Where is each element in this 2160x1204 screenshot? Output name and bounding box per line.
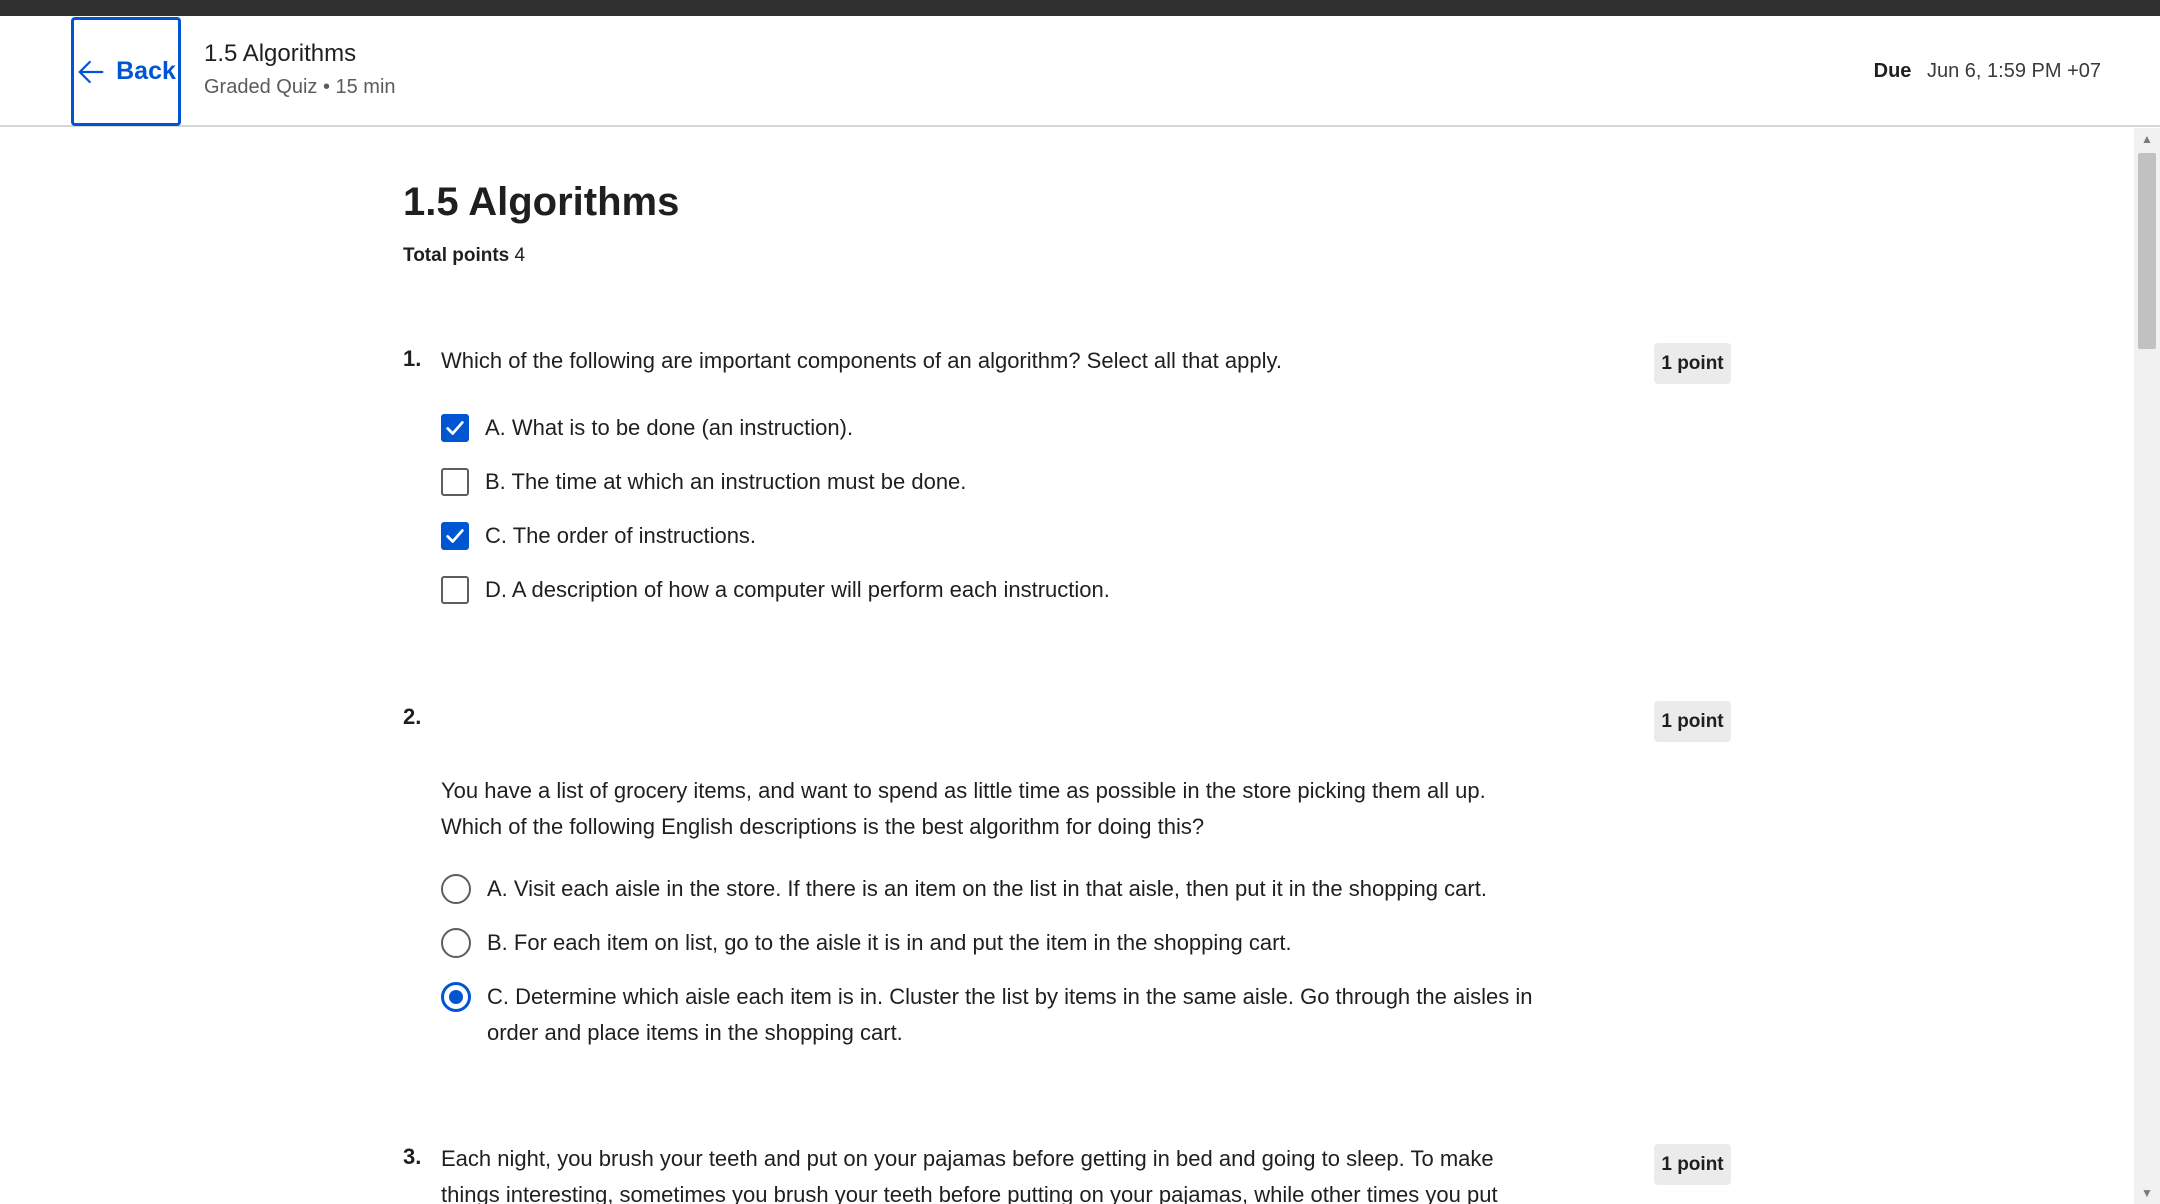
arrow-left-icon [78,60,104,83]
checkbox-checked[interactable] [441,522,469,550]
option-label: A. Visit each aisle in the store. If the… [487,876,1487,901]
total-points-label: Total points [403,245,510,266]
total-points-value: 4 [514,245,526,266]
radio-dot [449,990,463,1004]
scroll-thumb[interactable] [2138,153,2156,349]
question-2-points-badge: 1 point [1654,701,1731,742]
page-title: 1.5 Algorithms [403,180,680,224]
quiz-content: 1.5 Algorithms Total points 4 1. Which o… [0,128,2134,1204]
question-3-number: 3. [403,1144,422,1169]
total-points: Total points 4 [403,245,525,267]
question-2-option-b[interactable]: B. For each item on list, go to the aisl… [441,925,1581,961]
quiz-header: Back 1.5 Algorithms Graded Quiz • 15 min… [0,16,2160,127]
checkbox-unchecked[interactable] [441,468,469,496]
checkbox-unchecked[interactable] [441,576,469,604]
question-2-option-c[interactable]: C. Determine which aisle each item is in… [441,979,1581,1051]
question-2-number: 2. [403,704,422,729]
due-date: Due Jun 6, 1:59 PM +07 [1874,60,2101,83]
checkmark-icon [446,529,464,543]
question-2-option-a[interactable]: A. Visit each aisle in the store. If the… [441,871,1581,907]
option-label: B. For each item on list, go to the aisl… [487,930,1292,955]
checkmark-icon [446,421,464,435]
question-1-number: 1. [403,346,422,371]
browser-top-strip [0,0,2160,16]
question-1-option-d[interactable]: D. A description of how a computer will … [441,572,1581,608]
question-1-option-b[interactable]: B. The time at which an instruction must… [441,464,1581,500]
question-3-text: Each night, you brush your teeth and put… [441,1146,1498,1204]
option-label: B. The time at which an instruction must… [485,469,967,494]
question-2-text: You have a list of grocery items, and wa… [441,778,1486,839]
question-1-text: Which of the following are important com… [441,348,1282,373]
radio-selected[interactable] [441,982,471,1012]
header-subtitle: Graded Quiz • 15 min [204,76,396,98]
header-title: 1.5 Algorithms [204,40,357,67]
option-label: C. The order of instructions. [485,523,757,548]
back-button[interactable]: Back [71,17,181,126]
question-1-option-a[interactable]: A. What is to be done (an instruction). [441,410,1581,446]
question-1-points-badge: 1 point [1654,343,1731,384]
due-label: Due [1873,60,1912,82]
scroll-down-arrow-icon[interactable]: ▼ [2134,1182,2160,1204]
option-label: C. Determine which aisle each item is in… [487,984,1533,1045]
question-1-option-c[interactable]: C. The order of instructions. [441,518,1581,554]
option-label: D. A description of how a computer will … [485,577,1110,602]
radio-unselected[interactable] [441,874,471,904]
scroll-up-arrow-icon[interactable]: ▲ [2134,128,2160,150]
due-value: Jun 6, 1:59 PM +07 [1926,60,2101,82]
radio-unselected[interactable] [441,928,471,958]
checkbox-checked[interactable] [441,414,469,442]
vertical-scrollbar[interactable]: ▲ ▼ [2134,128,2160,1204]
back-label: Back [116,57,176,85]
question-3-points-badge: 1 point [1654,1144,1731,1185]
option-label: A. What is to be done (an instruction). [485,415,854,440]
